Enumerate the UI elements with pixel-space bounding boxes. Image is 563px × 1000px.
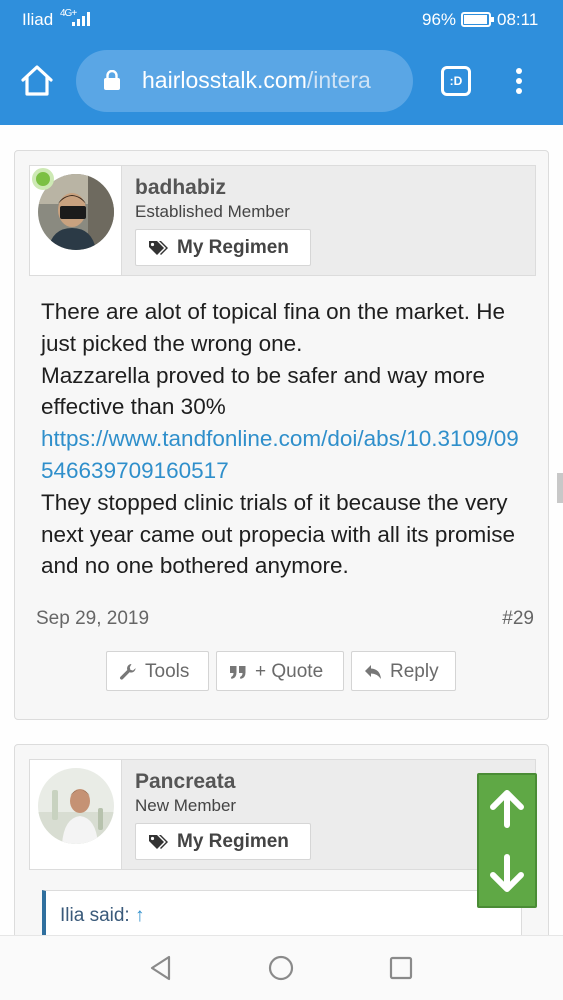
post-body: There are alot of topical fina on the ma… xyxy=(41,296,531,582)
reply-label: Reply xyxy=(390,661,439,682)
battery-icon xyxy=(461,12,494,27)
clock: 08:11 xyxy=(497,10,539,29)
home-circle-icon[interactable] xyxy=(267,954,295,982)
carrier-name: Iliad xyxy=(22,10,54,29)
post-date[interactable]: Sep 29, 2019 xyxy=(36,608,149,630)
quote-icon xyxy=(229,663,247,681)
scroll-nav xyxy=(477,773,537,908)
home-icon[interactable] xyxy=(19,63,55,99)
scrollbar[interactable] xyxy=(557,473,563,503)
forum-post: badhabiz Established Member My Regimen T… xyxy=(14,150,549,720)
quote-attribution[interactable]: Ilia said: ↑ xyxy=(60,905,144,927)
avatar-box xyxy=(30,166,122,275)
tools-button[interactable]: Tools xyxy=(106,651,209,691)
my-regimen-label: My Regimen xyxy=(177,237,289,258)
tools-label: Tools xyxy=(145,661,190,682)
quote-label: + Quote xyxy=(255,661,324,682)
thread-content[interactable]: badhabiz Established Member My Regimen T… xyxy=(0,125,563,935)
signal-icon xyxy=(72,12,90,26)
my-regimen-label: My Regimen xyxy=(177,831,289,852)
browser-topbar: Iliad 4G+ 96% 08:11 hairlosstalk.com/int… xyxy=(0,0,563,125)
username[interactable]: badhabiz xyxy=(135,176,226,200)
quote-button[interactable]: + Quote xyxy=(216,651,344,691)
user-title: Established Member xyxy=(135,202,290,221)
avatar[interactable] xyxy=(38,768,114,844)
quote-block: Ilia said: ↑ xyxy=(42,890,522,935)
recent-apps-icon[interactable] xyxy=(387,954,415,982)
address-bar[interactable]: hairlosstalk.com/intera xyxy=(76,50,413,112)
user-card: badhabiz Established Member My Regimen xyxy=(29,165,536,276)
scroll-down-icon[interactable] xyxy=(479,841,535,905)
post-paragraph: There are alot of topical fina on the ma… xyxy=(41,299,505,356)
quote-author: Ilia said: xyxy=(60,905,130,926)
back-icon[interactable] xyxy=(147,954,175,982)
vertical-dots-icon[interactable] xyxy=(512,68,526,96)
online-indicator xyxy=(32,168,54,190)
avatar-box xyxy=(30,760,122,869)
reply-button[interactable]: Reply xyxy=(351,651,456,691)
status-bar: Iliad 4G+ 96% 08:11 xyxy=(0,0,563,40)
user-title: New Member xyxy=(135,796,237,815)
my-regimen-button[interactable]: My Regimen xyxy=(135,229,311,266)
battery-percent: 96% xyxy=(422,10,457,29)
jump-to-quote-icon[interactable]: ↑ xyxy=(135,905,145,926)
url-domain: hairlosstalk.com xyxy=(142,67,307,93)
post-number[interactable]: #29 xyxy=(502,608,534,630)
scroll-up-icon[interactable] xyxy=(479,777,535,841)
lock-icon xyxy=(103,69,121,90)
tags-icon xyxy=(148,834,170,850)
post-paragraph: They stopped clinic trials of it because… xyxy=(41,489,515,579)
user-card: Pancreata New Member My Regimen xyxy=(29,759,536,870)
reply-icon xyxy=(364,663,382,681)
username[interactable]: Pancreata xyxy=(135,770,235,794)
system-navbar xyxy=(0,935,563,1000)
tags-icon xyxy=(148,240,170,256)
wrench-icon xyxy=(119,663,137,681)
forum-post: Pancreata New Member My Regimen Ilia sai… xyxy=(14,744,549,935)
url-path: /intera xyxy=(306,67,371,93)
url-text[interactable]: hairlosstalk.com/intera xyxy=(142,67,371,94)
tabs-button[interactable]: :D xyxy=(441,66,471,96)
post-actions: Tools + Quote Reply xyxy=(15,651,550,691)
post-paragraph: Mazzarella proved to be safer and way mo… xyxy=(41,362,485,420)
post-link[interactable]: https://www.tandfonline.com/doi/abs/10.3… xyxy=(41,426,519,483)
my-regimen-button[interactable]: My Regimen xyxy=(135,823,311,860)
